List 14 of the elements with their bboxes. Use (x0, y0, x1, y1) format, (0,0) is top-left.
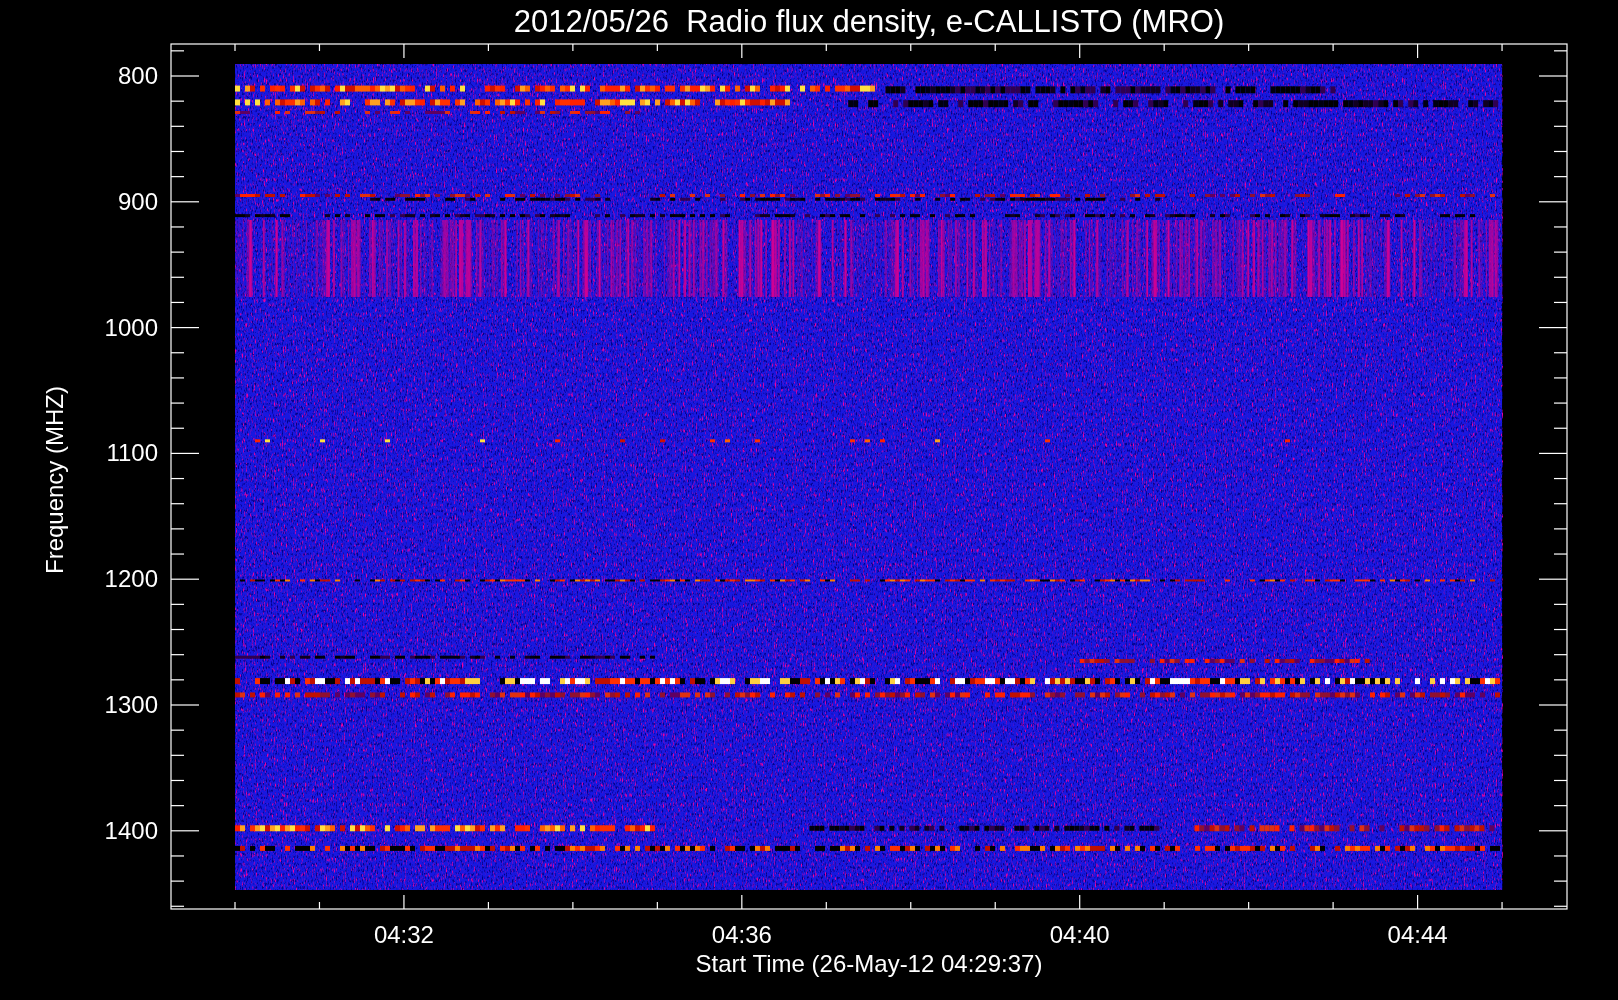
x-axis-label: Start Time (26-May-12 04:29:37) (695, 952, 1043, 976)
y-tick-label: 1000 (104, 315, 158, 340)
y-tick-label: 1200 (104, 567, 158, 592)
x-tick-label: 04:40 (1049, 923, 1110, 947)
y-tick-label: 1300 (104, 693, 158, 717)
x-tick-label: 04:36 (711, 923, 772, 947)
plot-title: 2012/05/26 Radio flux density, e-CALLISTO (MRO) (513, 6, 1225, 37)
y-tick-label: 800 (117, 64, 158, 88)
x-tick-label: 04:32 (373, 923, 434, 947)
y-tick-label: 1100 (106, 441, 158, 466)
y-tick-label: 900 (117, 189, 158, 214)
x-tick-label: 04:44 (1387, 923, 1448, 947)
y-tick-label: 1400 (104, 818, 158, 843)
y-axis-label: Frequency (MHZ) (43, 386, 67, 574)
